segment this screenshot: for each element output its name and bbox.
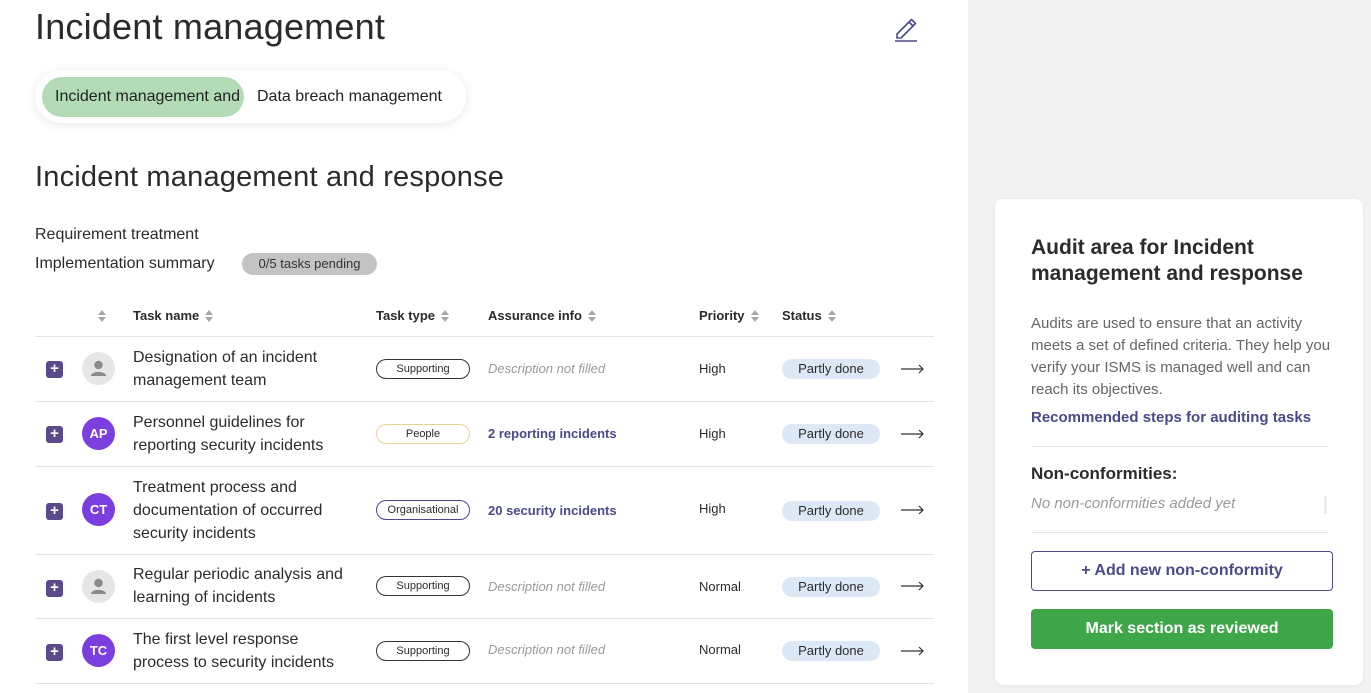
sort-avatar-header[interactable] — [92, 308, 106, 324]
sort-icon — [98, 309, 106, 323]
audit-area-card: Audit area for Incident management and r… — [995, 199, 1363, 685]
priority-value: High — [699, 501, 726, 516]
audit-description: Audits are used to ensure that an activi… — [1031, 315, 1331, 398]
status-badge: Partly done — [782, 424, 880, 444]
avatar: AP — [82, 417, 115, 450]
column-priority[interactable]: Priority — [699, 308, 759, 324]
column-label: Task type — [376, 308, 436, 323]
column-label: Priority — [699, 308, 745, 323]
plus-icon[interactable]: + — [46, 644, 63, 661]
status-badge: Partly done — [782, 359, 880, 379]
non-conformities-empty: No non-conformities added yet — [1031, 495, 1236, 512]
arrow-right-icon[interactable] — [901, 363, 925, 375]
sort-icon — [205, 309, 214, 323]
user-icon — [82, 352, 115, 385]
task-type-badge: People — [376, 424, 470, 444]
main-panel: Incident management Incident management … — [0, 0, 968, 693]
sort-icon — [827, 309, 836, 323]
table-header: Task name Task type Assurance info Prior… — [35, 296, 934, 337]
tasks-table: Task name Task type Assurance info Prior… — [35, 296, 934, 684]
plus-icon[interactable]: + — [46, 426, 63, 443]
status-badge: Partly done — [782, 641, 880, 661]
table-row[interactable]: + CT Treatment process and documentation… — [35, 467, 934, 555]
recommended-steps-link[interactable]: Recommended steps for auditing tasks — [1031, 409, 1311, 426]
priority-value: Normal — [699, 579, 741, 594]
sort-icon — [441, 309, 450, 323]
requirement-treatment-label: Requirement treatment — [35, 226, 199, 243]
divider — [1031, 446, 1328, 447]
table-row[interactable]: + TC The first level response process to… — [35, 619, 934, 684]
assurance-info-link[interactable]: 20 security incidents — [488, 503, 617, 518]
priority-value: High — [699, 426, 726, 441]
avatar: TC — [82, 634, 115, 667]
avatar: CT — [82, 493, 115, 526]
column-label: Status — [782, 308, 822, 323]
arrow-right-icon[interactable] — [901, 580, 925, 592]
implementation-summary-label: Implementation summary — [35, 255, 215, 272]
task-name[interactable]: Personnel guidelines for reporting secur… — [133, 411, 358, 457]
status-badge: Partly done — [782, 501, 880, 521]
arrow-right-icon[interactable] — [901, 428, 925, 440]
pencil-icon[interactable] — [893, 14, 919, 42]
table-row[interactable]: + AP Personnel guidelines for reporting … — [35, 402, 934, 467]
task-name[interactable]: The first level response process to secu… — [133, 628, 358, 674]
tab-data-breach[interactable]: Data breach management — [257, 77, 457, 117]
table-row[interactable]: + Designation of an incident management … — [35, 337, 934, 402]
sort-icon — [750, 309, 759, 323]
tab-incident-management[interactable]: Incident management and response — [42, 77, 244, 117]
arrow-right-icon[interactable] — [901, 645, 925, 657]
column-assurance-info[interactable]: Assurance info — [488, 308, 596, 324]
priority-value: High — [699, 361, 726, 376]
tasks-pending-badge: 0/5 tasks pending — [242, 253, 377, 275]
assurance-info: Description not filled — [488, 361, 606, 376]
non-conformities-title: Non-conformities: — [1031, 464, 1178, 483]
section-title: Incident management and response — [35, 161, 505, 193]
arrow-right-icon[interactable] — [901, 504, 925, 516]
user-icon — [82, 570, 115, 603]
assurance-info: Description not filled — [488, 642, 606, 657]
non-conformities-scrollbar[interactable] — [1324, 496, 1327, 514]
assurance-info: Description not filled — [488, 579, 606, 594]
task-name[interactable]: Regular periodic analysis and learning o… — [133, 563, 358, 609]
user-silhouette — [91, 360, 106, 376]
divider — [1031, 532, 1328, 533]
task-name[interactable]: Treatment process and documentation of o… — [133, 476, 358, 545]
add-non-conformity-button[interactable]: + Add new non-conformity — [1031, 551, 1333, 591]
column-status[interactable]: Status — [782, 308, 836, 324]
column-task-type[interactable]: Task type — [376, 308, 450, 324]
status-badge: Partly done — [782, 577, 880, 597]
priority-value: Normal — [699, 642, 741, 657]
task-type-badge: Supporting — [376, 359, 470, 379]
column-label: Task name — [133, 308, 200, 323]
plus-icon[interactable]: + — [46, 361, 63, 378]
column-label: Assurance info — [488, 308, 582, 323]
sort-icon — [587, 309, 596, 323]
page-title: Incident management — [35, 6, 386, 47]
table-row[interactable]: + Regular periodic analysis and learning… — [35, 555, 934, 619]
mark-reviewed-button[interactable]: Mark section as reviewed — [1031, 609, 1333, 649]
task-name[interactable]: Designation of an incident management te… — [133, 346, 358, 392]
user-silhouette — [91, 578, 106, 594]
task-type-badge: Supporting — [376, 641, 470, 661]
plus-icon[interactable]: + — [46, 503, 63, 520]
section-tabs: Incident management and response Data br… — [35, 70, 466, 123]
task-type-badge: Organisational — [376, 500, 470, 520]
audit-title: Audit area for Incident management and r… — [1031, 236, 1303, 285]
task-type-badge: Supporting — [376, 576, 470, 596]
plus-icon[interactable]: + — [46, 580, 63, 597]
column-task-name[interactable]: Task name — [133, 308, 214, 324]
assurance-info-link[interactable]: 2 reporting incidents — [488, 426, 617, 441]
